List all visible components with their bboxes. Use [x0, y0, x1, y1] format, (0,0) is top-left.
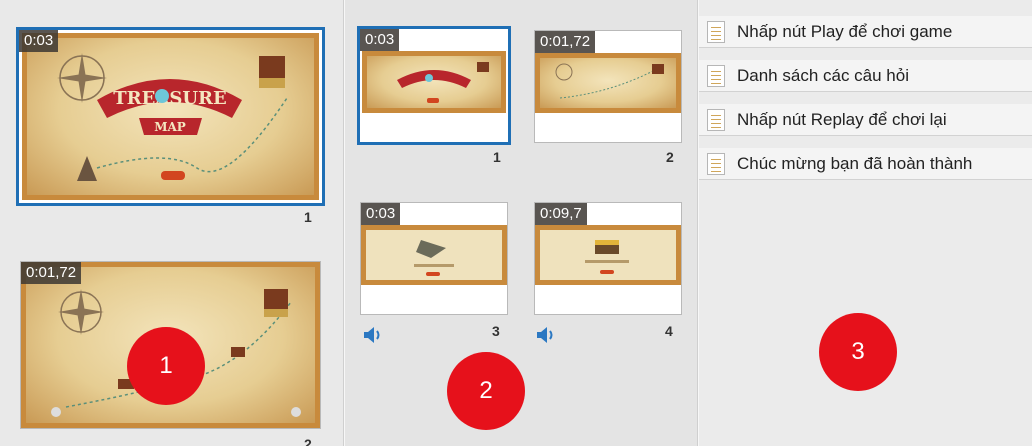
document-icon	[707, 109, 725, 131]
slide-art	[414, 240, 454, 276]
document-icon	[707, 21, 725, 43]
step-badge-1: 1	[127, 327, 205, 405]
slide-preview	[361, 225, 507, 285]
svg-text:MAP: MAP	[154, 120, 186, 134]
svg-text:TREASURE: TREASURE	[113, 88, 226, 109]
outline-item[interactable]: Danh sách các câu hỏi	[699, 60, 1032, 92]
slide-thumbnail-4[interactable]: 0:09,7	[534, 202, 682, 315]
outline-item-label: Nhấp nút Replay để chơi lại	[737, 110, 947, 129]
grid-thumbnail-panel: 0:03 1 0:01,72 2 0:03 3 0:09,7 4 2	[345, 0, 697, 446]
slide-duration: 0:01,72	[535, 31, 596, 53]
step-badge-3: 3	[819, 313, 897, 391]
slide-thumbnail-3[interactable]: 0:03	[360, 202, 508, 315]
slide-duration: 0:03	[360, 29, 400, 51]
outline-item[interactable]: Nhấp nút Play để chơi game	[699, 16, 1032, 48]
slide-preview	[535, 225, 681, 285]
outline-panel: Nhấp nút Play để chơi game Danh sách các…	[699, 0, 1032, 446]
outline-item[interactable]: Nhấp nút Replay để chơi lại	[699, 104, 1032, 136]
slide-number: 1	[493, 149, 501, 165]
slide-number: 2	[304, 436, 312, 446]
slide-preview: TREASURE MAP	[22, 33, 319, 200]
large-thumbnail-panel: TREASURE MAP 0:03 1 0:01,72 2 1	[0, 0, 343, 446]
slide-number: 2	[666, 149, 674, 165]
slide-duration: 0:09,7	[535, 203, 587, 225]
slide-number: 4	[665, 323, 673, 339]
slide-art	[585, 240, 629, 274]
treasure-map-art	[555, 63, 664, 99]
speaker-icon	[537, 327, 553, 343]
outline-item-label: Danh sách các câu hỏi	[737, 66, 909, 85]
document-icon	[707, 65, 725, 87]
slide-thumbnail-1[interactable]: 0:03	[357, 26, 511, 145]
step-badge-2: 2	[447, 352, 525, 430]
slide-duration: 0:03	[361, 203, 401, 225]
treasure-map-art	[397, 62, 489, 103]
slide-duration: 0:03	[19, 30, 59, 52]
outline-item-label: Chúc mừng bạn đã hoàn thành	[737, 154, 973, 173]
outline-item-label: Nhấp nút Play để chơi game	[737, 22, 953, 41]
outline-item[interactable]: Chúc mừng bạn đã hoàn thành	[699, 148, 1032, 180]
slide-preview	[362, 51, 506, 113]
document-icon	[707, 153, 725, 175]
slide-preview	[535, 53, 681, 113]
treasure-map-art: TREASURE MAP	[57, 53, 288, 181]
slide-number: 3	[492, 323, 500, 339]
slide-duration: 0:01,72	[21, 262, 82, 284]
slide-thumbnail-2[interactable]: 0:01,72	[534, 30, 682, 143]
slide-number: 1	[304, 209, 312, 225]
slide-thumbnail-1[interactable]: TREASURE MAP 0:03	[16, 27, 325, 206]
speaker-icon	[364, 327, 380, 343]
